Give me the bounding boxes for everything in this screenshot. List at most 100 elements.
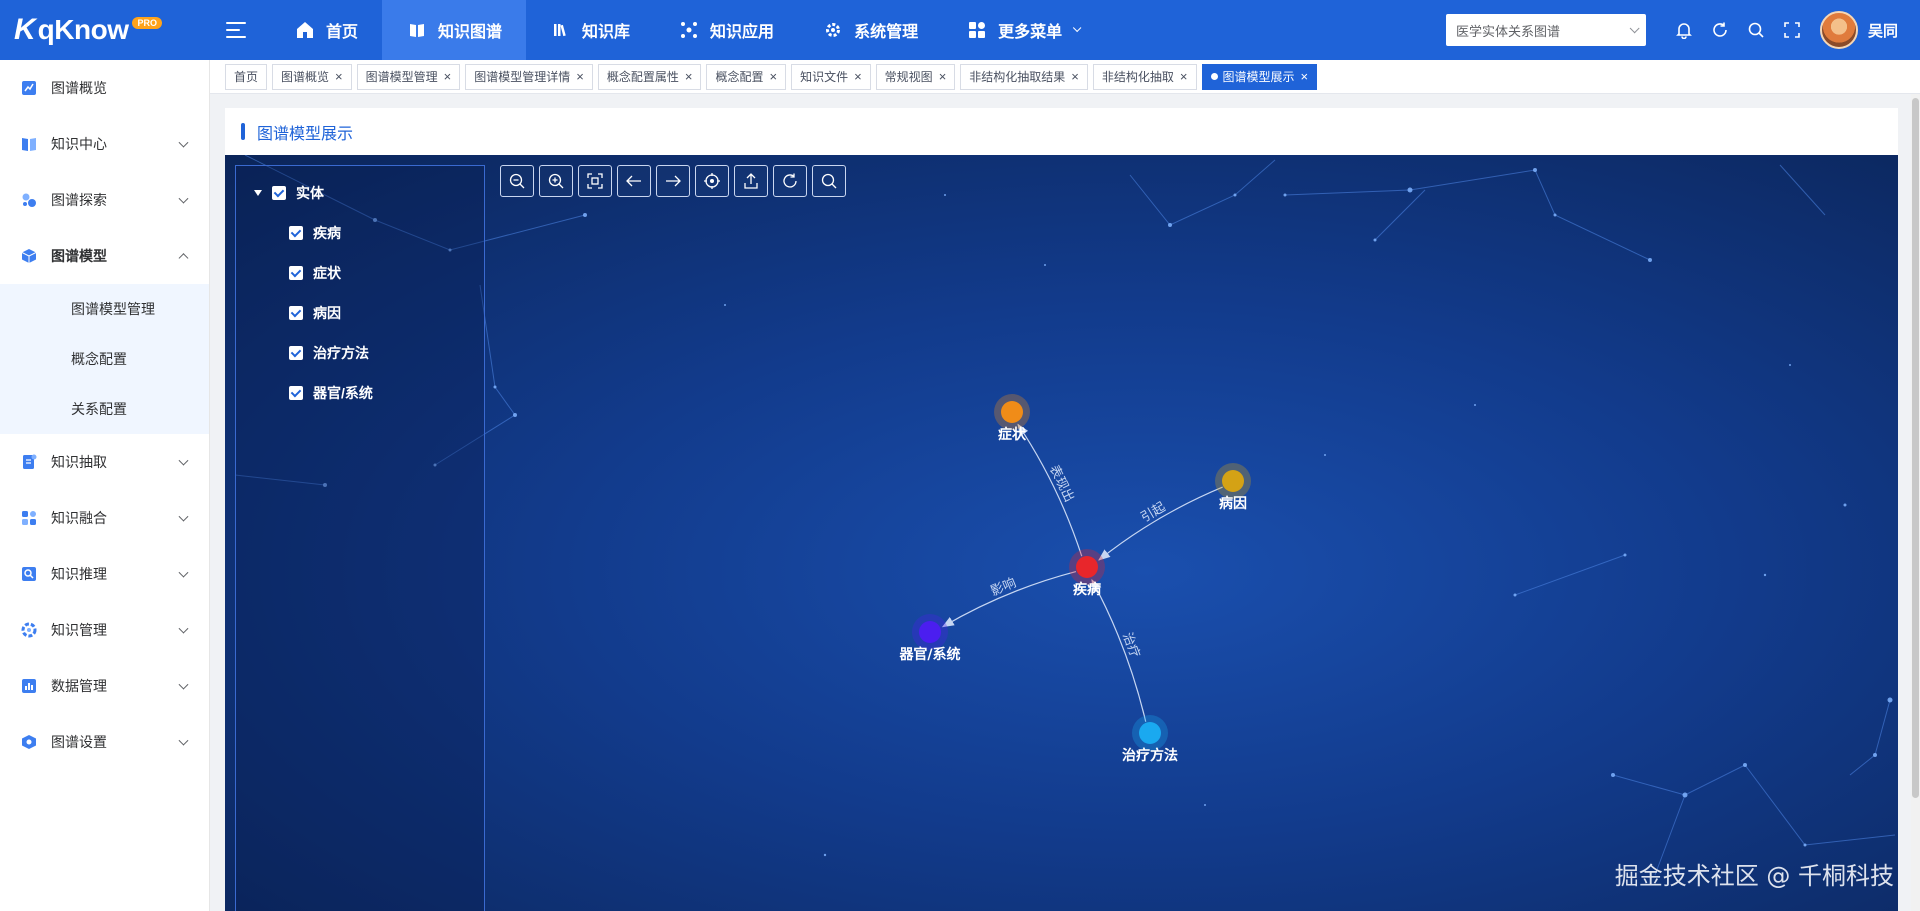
sidebar-item-knowledge-center[interactable]: 知识中心 [0,116,209,172]
home-icon [294,19,316,41]
node-label: 病因 [1219,495,1247,512]
node-circle[interactable] [1001,401,1023,423]
sidebar-item-label: 知识融合 [51,510,107,526]
sidebar-item-label: 知识推理 [51,566,107,582]
close-icon[interactable]: × [854,69,862,84]
tab-label: 概念配置 [715,70,764,84]
node-label: 疾病 [1073,581,1101,598]
close-icon[interactable]: × [1071,69,1079,84]
page-scrollbar[interactable] [1911,94,1920,911]
tab-label: 非结构化抽取结果 [969,70,1066,84]
sidebar-item-knowledge-extraction[interactable]: 知识抽取 [0,434,209,490]
nav-item-knowledge-graph[interactable]: 知识图谱 [382,0,527,60]
nav-label: 首页 [326,24,359,41]
sidebar-item-graph-model[interactable]: 图谱模型 [0,228,209,284]
document-extract-icon [20,453,38,471]
bar-chart-icon [20,677,38,695]
nav-label: 知识库 [582,24,631,41]
sidebar-item-graph-settings[interactable]: 图谱设置 [0,714,209,770]
graph-select[interactable]: 医学实体关系图谱 [1445,14,1646,46]
tab-graph-model-display[interactable]: 图谱模型展示 × [1201,63,1318,90]
refresh-icon[interactable] [1702,12,1738,48]
tab-concept-config[interactable]: 概念配置 × [706,63,787,90]
close-icon[interactable]: × [444,69,452,84]
node-circle[interactable] [1076,556,1098,578]
tab-label: 知识文件 [800,70,849,84]
graph-node-treatment[interactable]: 治疗方法 [1122,715,1178,764]
avatar[interactable] [1819,11,1858,49]
graph-canvas[interactable]: 实体 疾病 症状 病因 治疗方法 器官/系统 表现出 引起 影响 治疗 疾病 症… [225,155,1898,911]
close-icon[interactable]: × [685,69,693,84]
grid-icon [966,19,988,41]
nav-item-knowledge-apps[interactable]: 知识应用 [654,0,798,60]
chevron-down-icon [178,193,189,204]
user-name[interactable]: 吴同 [1868,20,1898,41]
chevron-down-icon [178,679,189,690]
sidebar-item-graph-explore[interactable]: 图谱探索 [0,172,209,228]
graph-edge-cause-disease[interactable] [1098,486,1223,561]
tab-unstructured-extraction[interactable]: 非结构化抽取 × [1092,63,1197,90]
tab-home[interactable]: 首页 [225,63,268,90]
tab-concept-attributes[interactable]: 概念配置属性 × [597,63,702,90]
sidebar-item-label: 图谱概览 [51,80,107,96]
graph-nodes: 疾病 症状病因器官/系统治疗方法 [898,394,1251,764]
sidebar-item-knowledge-reasoning[interactable]: 知识推理 [0,546,209,602]
graph-node-cause[interactable]: 病因 [1215,463,1251,512]
chevron-down-icon [178,511,189,522]
sidebar-item-label: 知识抽取 [51,454,107,470]
gear-icon [822,19,844,41]
title-accent-bar [241,123,245,140]
tab-label: 图谱模型管理 [365,70,438,84]
tab-knowledge-files[interactable]: 知识文件 × [791,63,871,90]
sidebar-item-graph-overview[interactable]: 图谱概览 [0,60,209,116]
knowledge-graph[interactable]: 表现出引起影响治疗 疾病症状病因器官/系统治疗方法 [225,155,1898,911]
graph-node-disease[interactable]: 疾病 [1069,549,1105,598]
close-icon[interactable]: × [1180,69,1188,84]
tab-regular-view[interactable]: 常规视图 × [875,63,956,90]
sidebar-item-knowledge-fusion[interactable]: 知识融合 [0,490,209,546]
close-icon[interactable]: × [939,69,947,84]
node-circle[interactable] [1222,470,1244,492]
tab-unstructured-result[interactable]: 非结构化抽取结果 × [960,63,1088,90]
search-icon[interactable] [1738,12,1774,48]
graph-edge-label: 影响 [988,575,1018,600]
node-circle[interactable] [1139,722,1161,744]
node-circle[interactable] [919,621,941,643]
close-icon[interactable]: × [769,69,777,84]
nav-item-more-menu[interactable]: 更多菜单 [942,0,1102,60]
fullscreen-icon[interactable] [1774,12,1810,48]
bell-icon[interactable] [1666,12,1702,48]
close-icon[interactable]: × [1301,69,1309,84]
graph-edge-label: 表现出 [1046,463,1076,505]
sidebar-item-knowledge-management[interactable]: 知识管理 [0,602,209,658]
tab-label: 图谱模型管理详情 [474,70,571,84]
nav-item-knowledge-base[interactable]: 知识库 [526,0,654,60]
tab-model-management[interactable]: 图谱模型管理 × [356,63,461,90]
nav-item-system-admin[interactable]: 系统管理 [798,0,942,60]
chevron-down-icon [178,623,189,634]
sidebar-submenu: 图谱模型管理 概念配置 关系配置 [0,284,209,434]
sidebar-item-data-management[interactable]: 数据管理 [0,658,209,714]
close-icon[interactable]: × [576,69,584,84]
sidebar-item-label: 图谱模型 [51,248,107,264]
tab-label: 首页 [234,70,259,84]
tab-graph-overview[interactable]: 图谱概览 × [272,63,352,90]
sidebar-subitem-model-management[interactable]: 图谱模型管理 [0,284,209,334]
tab-label: 图谱概览 [281,70,330,84]
nav-item-home[interactable]: 首页 [270,0,382,60]
brand-logo[interactable]: K qKnow PRO [0,0,210,60]
nav-label: 系统管理 [854,24,919,41]
reasoning-icon [20,565,38,583]
header-tools: 医学实体关系图谱 吴同 [1445,0,1920,60]
sidebar-subitem-concept-config[interactable]: 概念配置 [0,334,209,384]
page-title: 图谱模型展示 [257,125,354,143]
graph-node-symptom[interactable]: 症状 [994,394,1030,443]
library-icon [550,19,572,41]
scrollbar-thumb[interactable] [1912,98,1919,798]
cube-icon [20,247,38,265]
tab-model-management-detail[interactable]: 图谱模型管理详情 × [465,63,593,90]
sidebar-subitem-relation-config[interactable]: 关系配置 [0,384,209,434]
chevron-down-icon [178,735,189,746]
menu-collapse-icon[interactable] [226,22,246,38]
close-icon[interactable]: × [335,69,343,84]
